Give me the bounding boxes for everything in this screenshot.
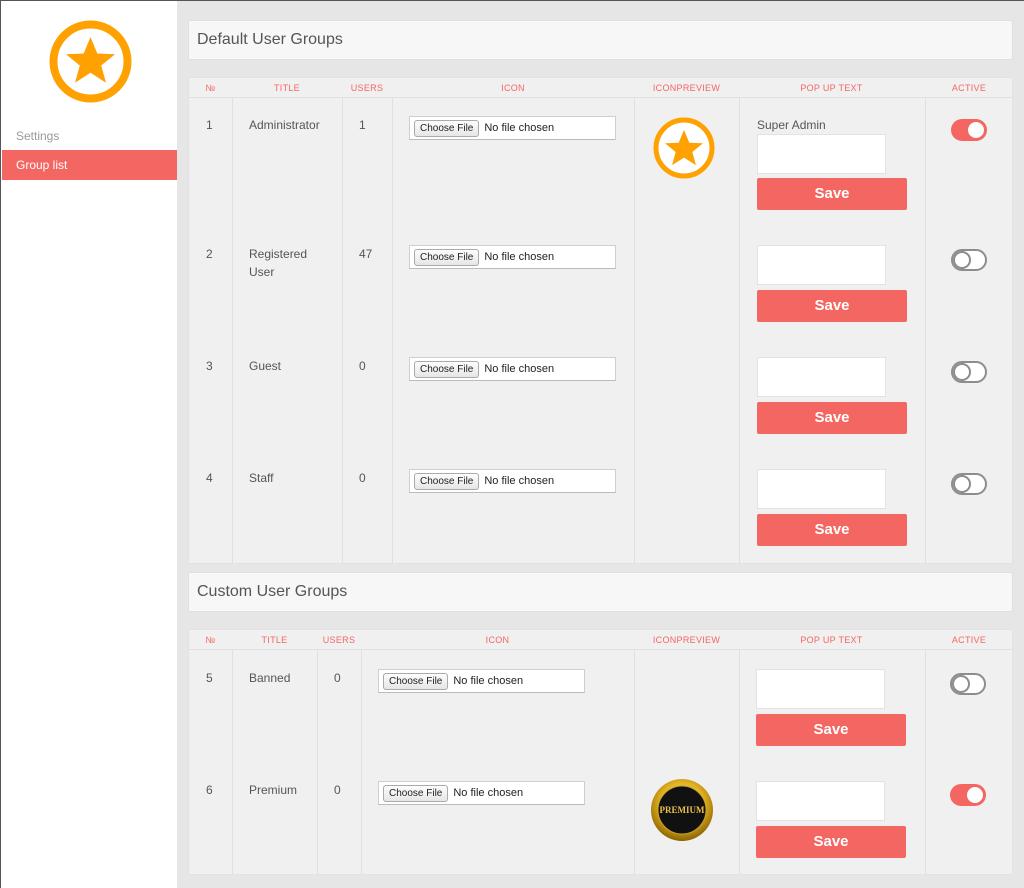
row-users: 1: [359, 118, 366, 132]
icon-file-input[interactable]: Choose File No file chosen: [378, 781, 585, 805]
choose-file-button[interactable]: Choose File: [414, 472, 480, 490]
custom-groups-table: № TITLE USERS ICON ICONPREVIEW POP UP TE…: [188, 629, 1013, 875]
file-status: No file chosen: [484, 363, 555, 375]
active-toggle[interactable]: [951, 473, 987, 495]
active-toggle[interactable]: [951, 119, 987, 141]
premium-badge-icon: PREMIUM: [651, 779, 713, 841]
row-number: 1: [206, 118, 213, 132]
choose-file-button[interactable]: Choose File: [383, 672, 449, 690]
row-title: Staff: [249, 471, 274, 485]
main-content: Default User Groups № TITLE USERS ICON I…: [177, 0, 1024, 888]
row-users: 0: [359, 471, 366, 485]
popup-text-input[interactable]: [757, 469, 886, 509]
file-status: No file chosen: [484, 475, 555, 487]
icon-file-input[interactable]: Choose File No file chosen: [409, 357, 616, 381]
icon-file-input[interactable]: Choose File No file chosen: [409, 116, 616, 140]
save-button[interactable]: Save: [757, 514, 907, 546]
choose-file-button[interactable]: Choose File: [414, 248, 480, 266]
row-number: 4: [206, 471, 213, 485]
header-num: №: [205, 83, 216, 93]
header-title: TITLE: [273, 83, 300, 93]
save-button[interactable]: Save: [757, 402, 907, 434]
row-number: 2: [206, 247, 213, 261]
icon-file-input[interactable]: Choose File No file chosen: [378, 669, 585, 693]
row-users: 0: [334, 671, 341, 685]
popup-text-input[interactable]: [757, 134, 886, 174]
default-groups-header: Default User Groups: [188, 20, 1013, 60]
svg-text:PREMIUM: PREMIUM: [660, 805, 705, 815]
header-users: USERS: [322, 635, 356, 645]
header-users: USERS: [350, 83, 384, 93]
row-number: 5: [206, 671, 213, 685]
row-users: 47: [359, 247, 373, 261]
active-toggle[interactable]: [951, 361, 987, 383]
popup-text-value: Super Admin: [757, 118, 826, 132]
header-title: TITLE: [261, 635, 288, 645]
row-number: 3: [206, 359, 213, 373]
popup-text-input[interactable]: [757, 357, 886, 397]
choose-file-button[interactable]: Choose File: [383, 784, 449, 802]
popup-text-input[interactable]: [756, 669, 885, 709]
header-active: ACTIVE: [951, 83, 987, 93]
save-button[interactable]: Save: [756, 714, 906, 746]
sidebar: Settings Group list: [0, 0, 177, 888]
header-popup: POP UP TEXT: [800, 83, 863, 93]
header-icon: ICON: [501, 83, 525, 93]
file-status: No file chosen: [484, 251, 555, 263]
table-header: № TITLE USERS ICON ICONPREVIEW POP UP TE…: [189, 78, 1012, 98]
active-toggle[interactable]: [951, 249, 987, 271]
choose-file-button[interactable]: Choose File: [414, 119, 480, 137]
row-users: 0: [334, 783, 341, 797]
row-users: 0: [359, 359, 366, 373]
active-toggle[interactable]: [950, 784, 986, 806]
row-title: Registered User: [249, 247, 308, 279]
header-popup: POP UP TEXT: [800, 635, 863, 645]
sidebar-item-settings[interactable]: Settings: [2, 121, 177, 151]
file-status: No file chosen: [484, 122, 555, 134]
custom-groups-header: Custom User Groups: [188, 572, 1013, 612]
row-title: Guest: [249, 359, 282, 373]
choose-file-button[interactable]: Choose File: [414, 360, 480, 378]
header-icon: ICON: [485, 635, 510, 645]
row-title: Premium: [249, 783, 298, 797]
header-iconpreview: ICONPREVIEW: [652, 83, 721, 93]
star-circle-icon: [49, 20, 132, 103]
row-title: Administrator: [249, 118, 320, 132]
save-button[interactable]: Save: [757, 178, 907, 210]
save-button[interactable]: Save: [757, 290, 907, 322]
header-iconpreview: ICONPREVIEW: [652, 635, 721, 645]
file-status: No file chosen: [453, 787, 524, 799]
table-header: № TITLE USERS ICON ICONPREVIEW POP UP TE…: [189, 630, 1012, 650]
row-number: 6: [206, 783, 213, 797]
star-icon: [653, 117, 715, 179]
popup-text-input[interactable]: [756, 781, 885, 821]
file-status: No file chosen: [453, 675, 524, 687]
default-groups-table: № TITLE USERS ICON ICONPREVIEW POP UP TE…: [188, 77, 1013, 564]
icon-file-input[interactable]: Choose File No file chosen: [409, 469, 616, 493]
header-active: ACTIVE: [951, 635, 987, 645]
save-button[interactable]: Save: [756, 826, 906, 858]
header-num: №: [205, 635, 216, 645]
sidebar-item-group-list[interactable]: Group list: [2, 150, 177, 180]
active-toggle[interactable]: [950, 673, 986, 695]
row-title: Banned: [249, 671, 291, 685]
popup-text-input[interactable]: [757, 245, 886, 285]
icon-file-input[interactable]: Choose File No file chosen: [409, 245, 616, 269]
